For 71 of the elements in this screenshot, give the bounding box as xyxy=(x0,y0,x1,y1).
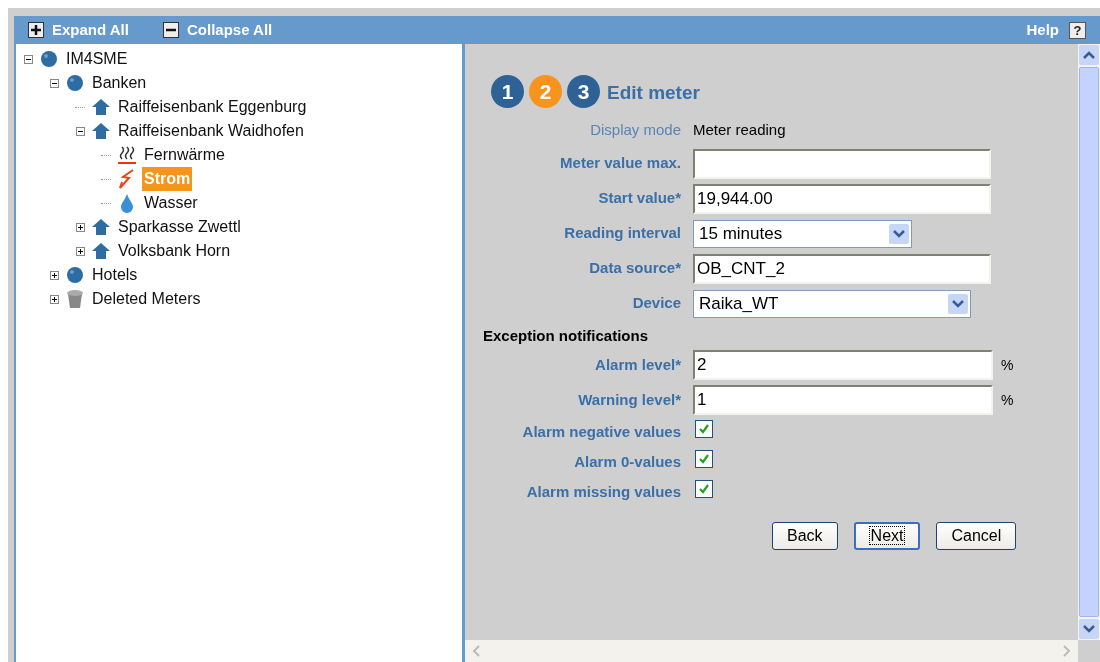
tree-item[interactable]: Sparkasse Zwettl xyxy=(116,215,243,239)
section-heading: Exception notifications xyxy=(482,326,649,346)
field-label: Warning level* xyxy=(577,389,682,410)
tree-item[interactable]: Fernwärme xyxy=(142,143,227,167)
field-label: Data source* xyxy=(588,258,682,279)
tree-item[interactable]: Banken xyxy=(90,71,149,95)
house-icon xyxy=(91,122,111,140)
scroll-down-icon[interactable] xyxy=(1079,619,1099,639)
action-button[interactable]: Cancel xyxy=(936,521,1017,550)
minus-icon xyxy=(162,22,179,38)
collapse-toggle[interactable] xyxy=(23,54,33,64)
tree-item[interactable]: Raiffeisenbank Waidhofen xyxy=(116,119,306,143)
globe-icon xyxy=(66,266,84,284)
tree-item[interactable]: Volksbank Horn xyxy=(116,239,233,263)
dropdown[interactable]: 15 minutes xyxy=(693,219,912,248)
checkbox-label: Alarm 0-values xyxy=(573,452,682,473)
input-field[interactable]: 19,944.00 xyxy=(693,183,991,214)
vertical-scrollbar[interactable] xyxy=(1078,44,1100,640)
input-field[interactable]: 2 xyxy=(693,350,993,380)
globe-icon xyxy=(40,50,58,68)
checkbox[interactable] xyxy=(695,419,713,438)
house-icon xyxy=(91,242,111,260)
chevron-down-icon xyxy=(948,293,968,314)
field-label: Start value* xyxy=(597,188,682,209)
input-field[interactable]: 1 xyxy=(693,385,993,415)
field-label: Alarm level* xyxy=(594,354,682,375)
help-icon[interactable]: ? xyxy=(1069,21,1086,39)
house-icon xyxy=(91,218,111,236)
checkmark-icon xyxy=(698,452,710,465)
input-field[interactable] xyxy=(693,148,991,179)
expand-toggle[interactable] xyxy=(49,294,59,304)
lightning-icon xyxy=(118,169,136,189)
plus-icon xyxy=(28,22,44,38)
unit-label: % xyxy=(1001,390,1014,410)
collapse-toggle[interactable] xyxy=(75,126,85,136)
water-drop-icon xyxy=(120,193,134,213)
trash-can-icon xyxy=(66,289,84,309)
display-mode-value: Meter reading xyxy=(693,119,786,140)
action-button[interactable]: Back xyxy=(772,521,838,550)
collapse-toggle[interactable] xyxy=(49,78,59,88)
globe-icon xyxy=(66,74,84,92)
tree-item[interactable]: Deleted Meters xyxy=(90,287,203,311)
field-label: Meter value max. xyxy=(559,153,682,174)
checkmark-icon xyxy=(698,482,710,495)
tree-item[interactable]: Raiffeisenbank Eggenburg xyxy=(116,95,309,119)
unit-label: % xyxy=(1001,355,1014,375)
dropdown[interactable]: Raika_WT xyxy=(693,289,971,318)
scroll-up-icon[interactable] xyxy=(1079,45,1099,65)
tree-item[interactable]: IM4SME xyxy=(64,47,130,71)
step-indicator: 3 xyxy=(567,75,600,108)
input-field[interactable]: OB_CNT_2 xyxy=(693,253,991,284)
expand-toggle[interactable] xyxy=(75,222,85,232)
chevron-down-icon xyxy=(889,223,909,244)
checkmark-icon xyxy=(698,422,710,435)
checkbox-label: Alarm negative values xyxy=(521,422,682,443)
checkbox-label: Alarm missing values xyxy=(525,482,682,503)
house-icon xyxy=(91,98,111,116)
field-label: Device xyxy=(631,293,682,314)
heat-icon xyxy=(118,145,136,165)
field-label: Display mode xyxy=(589,119,682,140)
action-button[interactable]: Next xyxy=(853,521,921,550)
page-title: Edit meter xyxy=(607,80,700,105)
checkbox[interactable] xyxy=(695,449,713,468)
step-indicator: 1 xyxy=(491,75,524,108)
checkbox[interactable] xyxy=(695,479,713,498)
expand-toggle[interactable] xyxy=(75,246,85,256)
tree-item[interactable]: Wasser xyxy=(142,191,200,215)
step-indicator: 2 xyxy=(529,75,562,108)
field-label: Reading interval xyxy=(563,223,682,244)
tree-item[interactable]: Hotels xyxy=(90,263,140,287)
expand-toggle[interactable] xyxy=(49,270,59,280)
